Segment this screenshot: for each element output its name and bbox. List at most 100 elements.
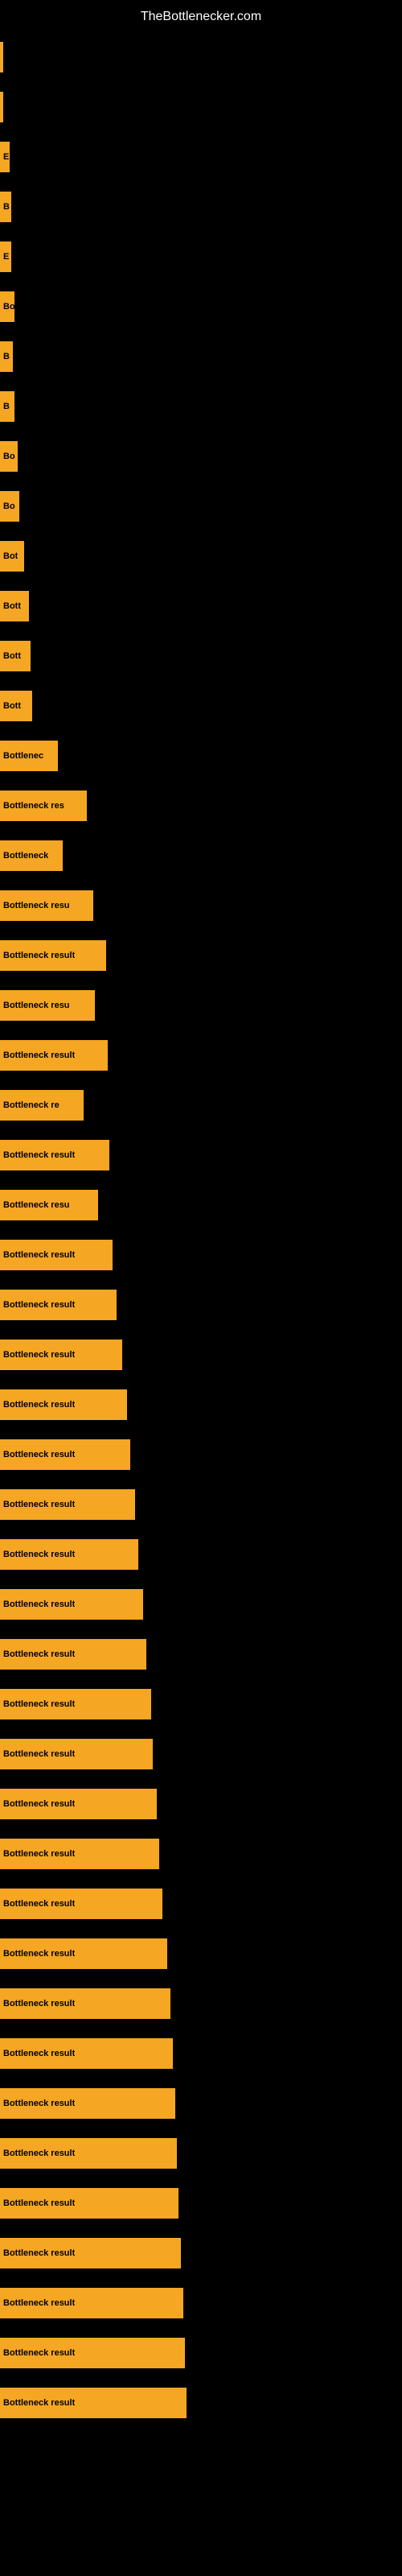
- bar-label-20: Bottleneck resu: [3, 1001, 70, 1010]
- bar-44: Bottleneck result: [0, 2188, 178, 2219]
- bar-row: Bottleneck result: [0, 1230, 402, 1280]
- bar-row: Bottleneck result: [0, 1779, 402, 1829]
- bar-row: Bottleneck result: [0, 2178, 402, 2228]
- bar-48: Bottleneck result: [0, 2388, 187, 2418]
- bar-23: Bottleneck result: [0, 1140, 109, 1170]
- bar-17: Bottleneck: [0, 840, 63, 871]
- bar-34: Bottleneck result: [0, 1689, 151, 1719]
- bar-label-40: Bottleneck result: [3, 1999, 75, 2008]
- bar-row: B: [0, 182, 402, 232]
- bar-label-3: E: [3, 152, 9, 162]
- bar-label-48: Bottleneck result: [3, 2398, 75, 2408]
- bar-row: Bottleneck result: [0, 1879, 402, 1929]
- bar-16: Bottleneck res: [0, 791, 87, 821]
- bar-18: Bottleneck resu: [0, 890, 93, 921]
- bar-3: E: [0, 142, 10, 172]
- bar-row: Bo: [0, 431, 402, 481]
- bar-row: Bo: [0, 282, 402, 332]
- bar-label-42: Bottleneck result: [3, 2099, 75, 2108]
- bar-47: Bottleneck result: [0, 2338, 185, 2368]
- bar-row: Bottlenec: [0, 731, 402, 781]
- bar-row: Bottleneck result: [0, 1330, 402, 1380]
- bar-label-21: Bottleneck result: [3, 1051, 75, 1060]
- bar-row: B: [0, 382, 402, 431]
- bar-label-10: Bo: [3, 502, 15, 511]
- bar-label-9: Bo: [3, 452, 15, 461]
- bar-1: [0, 42, 3, 72]
- bar-row: E: [0, 132, 402, 182]
- bar-row: Bottleneck result: [0, 2228, 402, 2278]
- bar-row: Bottleneck result: [0, 1929, 402, 1979]
- bar-row: Bottleneck result: [0, 2328, 402, 2378]
- bar-label-22: Bottleneck re: [3, 1100, 59, 1110]
- bars-container: EBEBoBBBoBoBotBottBottBottBottlenecBottl…: [0, 32, 402, 2428]
- bar-37: Bottleneck result: [0, 1839, 159, 1869]
- bar-label-30: Bottleneck result: [3, 1500, 75, 1509]
- bar-row: Bottleneck result: [0, 2029, 402, 2079]
- bar-label-27: Bottleneck result: [3, 1350, 75, 1360]
- bar-46: Bottleneck result: [0, 2288, 183, 2318]
- bar-row: Bottleneck re: [0, 1080, 402, 1130]
- bar-24: Bottleneck resu: [0, 1190, 98, 1220]
- bar-label-28: Bottleneck result: [3, 1400, 75, 1410]
- bar-row: Bottleneck result: [0, 1030, 402, 1080]
- bar-label-26: Bottleneck result: [3, 1300, 75, 1310]
- bar-45: Bottleneck result: [0, 2238, 181, 2268]
- bar-row: Bottleneck result: [0, 1280, 402, 1330]
- bar-label-39: Bottleneck result: [3, 1949, 75, 1959]
- bar-row: Bottleneck result: [0, 1629, 402, 1679]
- bar-13: Bott: [0, 641, 31, 671]
- bar-row: Bottleneck result: [0, 1679, 402, 1729]
- bar-label-15: Bottlenec: [3, 751, 43, 761]
- bar-row: Bottleneck resu: [0, 881, 402, 931]
- bar-label-29: Bottleneck result: [3, 1450, 75, 1459]
- bar-row: Bottleneck result: [0, 1480, 402, 1530]
- bar-label-12: Bott: [3, 601, 21, 611]
- bar-label-35: Bottleneck result: [3, 1749, 75, 1759]
- bar-label-43: Bottleneck result: [3, 2149, 75, 2158]
- bar-row: Bott: [0, 681, 402, 731]
- bar-39: Bottleneck result: [0, 1938, 167, 1969]
- bar-label-36: Bottleneck result: [3, 1799, 75, 1809]
- bar-row: Bottleneck: [0, 831, 402, 881]
- bar-label-11: Bot: [3, 551, 18, 561]
- bar-26: Bottleneck result: [0, 1290, 117, 1320]
- bar-10: Bo: [0, 491, 19, 522]
- bar-row: Bottleneck result: [0, 1530, 402, 1579]
- bar-12: Bott: [0, 591, 29, 621]
- bar-label-41: Bottleneck result: [3, 2049, 75, 2058]
- bar-25: Bottleneck result: [0, 1240, 113, 1270]
- bar-row: Bottleneck result: [0, 1130, 402, 1180]
- bar-row: Bottleneck res: [0, 781, 402, 831]
- bar-row: [0, 82, 402, 132]
- bar-label-24: Bottleneck resu: [3, 1200, 70, 1210]
- bar-row: Bottleneck result: [0, 2079, 402, 2128]
- bar-label-45: Bottleneck result: [3, 2248, 75, 2258]
- bar-33: Bottleneck result: [0, 1639, 146, 1670]
- bar-row: Bo: [0, 481, 402, 531]
- bar-41: Bottleneck result: [0, 2038, 173, 2069]
- bar-2: [0, 92, 3, 122]
- bar-label-14: Bott: [3, 701, 21, 711]
- bar-6: Bo: [0, 291, 14, 322]
- bar-15: Bottlenec: [0, 741, 58, 771]
- bar-8: B: [0, 391, 14, 422]
- bar-14: Bott: [0, 691, 32, 721]
- bar-label-32: Bottleneck result: [3, 1600, 75, 1609]
- bar-row: Bott: [0, 581, 402, 631]
- bar-label-19: Bottleneck result: [3, 951, 75, 960]
- bar-row: Bottleneck result: [0, 931, 402, 980]
- bar-row: [0, 32, 402, 82]
- bar-label-37: Bottleneck result: [3, 1849, 75, 1859]
- bar-row: Bott: [0, 631, 402, 681]
- bar-label-13: Bott: [3, 651, 21, 661]
- bar-label-38: Bottleneck result: [3, 1899, 75, 1909]
- bar-row: Bottleneck result: [0, 1579, 402, 1629]
- bar-28: Bottleneck result: [0, 1389, 127, 1420]
- bar-row: Bottleneck result: [0, 2378, 402, 2428]
- bar-label-5: E: [3, 252, 9, 262]
- bar-11: Bot: [0, 541, 24, 572]
- bar-label-23: Bottleneck result: [3, 1150, 75, 1160]
- site-title: TheBottlenecker.com: [0, 3, 402, 31]
- bar-27: Bottleneck result: [0, 1340, 122, 1370]
